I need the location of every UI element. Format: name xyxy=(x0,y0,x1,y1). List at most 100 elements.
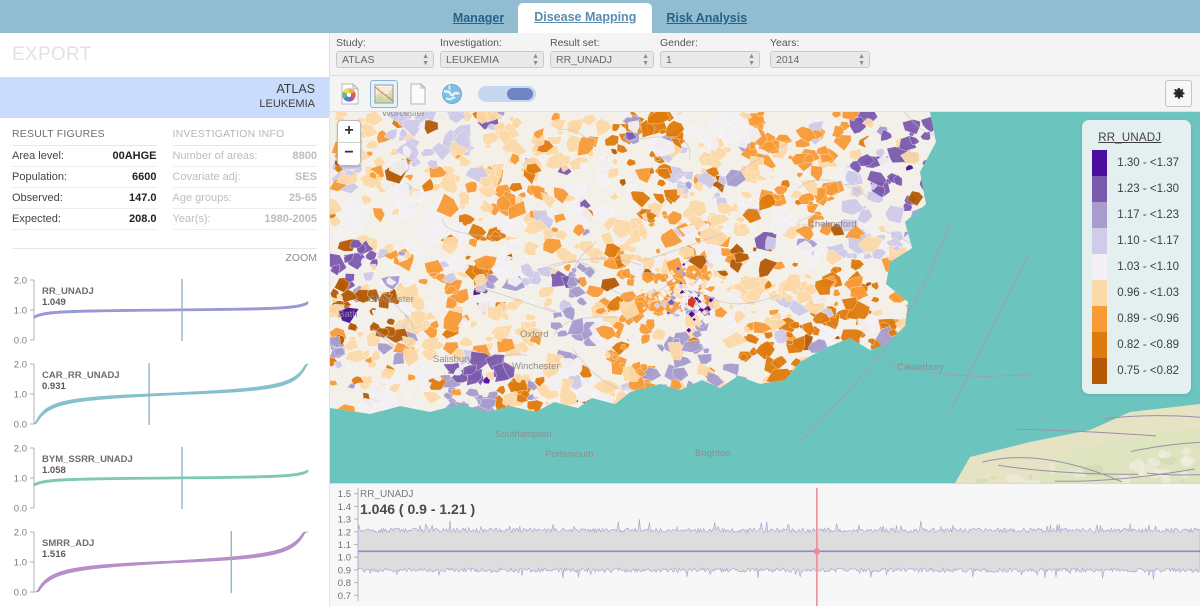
chevron-updown-icon: ▲ ▼ xyxy=(532,53,539,67)
legend-row[interactable]: 0.75 - <0.82 xyxy=(1092,358,1179,384)
legend-label: 1.23 - <1.30 xyxy=(1117,183,1179,195)
info-row: Year(s): 1980-2005 xyxy=(172,209,317,230)
y-tick-label: 0.7 xyxy=(338,591,351,602)
y-tick-label: 1.3 xyxy=(338,515,351,526)
legend-swatch xyxy=(1092,358,1108,384)
map-place-label: Bath xyxy=(338,309,358,320)
map-place-label: Oxford xyxy=(520,329,549,340)
info-key: Observed: xyxy=(12,192,63,204)
study-banner-investigation: LEUKEMIA xyxy=(259,98,315,110)
study-banner-study: ATLAS xyxy=(276,82,315,96)
info-row: Observed: 147.0 xyxy=(12,188,157,209)
map-panel: Worcester Gloucester Oxford Chelmsford Cante… xyxy=(330,76,1200,483)
blank-doc-icon[interactable] xyxy=(404,80,432,108)
legend-label: 0.96 - <1.03 xyxy=(1117,287,1179,299)
legend-row[interactable]: 1.23 - <1.30 xyxy=(1092,176,1179,202)
legend-label: 1.17 - <1.23 xyxy=(1117,209,1179,221)
legend-swatch xyxy=(1092,176,1108,202)
legend-row[interactable]: 0.82 - <0.89 xyxy=(1092,332,1179,358)
color-palette-doc-icon[interactable] xyxy=(336,80,364,108)
map-chart-doc-icon[interactable] xyxy=(370,79,398,108)
tab-manager[interactable]: Manager xyxy=(439,4,518,33)
legend-row[interactable]: 0.89 - <0.96 xyxy=(1092,306,1179,332)
svg-text:SMRR_ADJ: SMRR_ADJ xyxy=(42,538,94,549)
investigation-info-heading: INVESTIGATION INFO xyxy=(172,128,317,146)
map-place-label: Salisbury xyxy=(433,354,472,365)
legend-swatch xyxy=(1092,332,1108,358)
select-resultset[interactable]: RR_UNADJ ▲ ▼ xyxy=(550,51,654,68)
info-key: Covariate adj: xyxy=(172,171,241,183)
info-value: 147.0 xyxy=(128,192,157,204)
svg-text:2.0: 2.0 xyxy=(14,276,27,287)
y-tick-label: 1.4 xyxy=(338,502,351,513)
selection-point[interactable] xyxy=(813,548,821,555)
tab-disease-mapping[interactable]: Disease Mapping xyxy=(518,3,653,33)
study-control-bar: Study: ATLAS ▲ ▼ Investigation: LEUKEMIA ▲ ▼ Res… xyxy=(330,33,1200,76)
select-study[interactable]: ATLAS ▲ ▼ xyxy=(336,51,434,68)
legend-row[interactable]: 1.30 - <1.37 xyxy=(1092,150,1179,176)
control-label: Years: xyxy=(770,37,800,49)
globe-icon[interactable] xyxy=(438,80,466,108)
info-row: Age groups: 25-65 xyxy=(172,188,317,209)
map-place-label: Worcester xyxy=(382,112,425,119)
control-group-investigation: Investigation: LEUKEMIA ▲ ▼ xyxy=(440,37,544,68)
map-toolbar xyxy=(330,76,1200,112)
tab-risk-analysis[interactable]: Risk Analysis xyxy=(652,4,761,33)
study-banner: ATLAS LEUKEMIA xyxy=(0,77,329,118)
control-label: Result set: xyxy=(550,37,600,49)
export-bar: EXPORT xyxy=(0,33,329,77)
choropleth-map-svg: Worcester Gloucester Oxford Chelmsford Cante… xyxy=(330,112,1200,483)
svg-text:0.0: 0.0 xyxy=(14,588,27,599)
legend-row[interactable]: 1.10 - <1.17 xyxy=(1092,228,1179,254)
y-tick-label: 1.2 xyxy=(338,527,351,538)
legend-swatch xyxy=(1092,228,1108,254)
legend-row[interactable]: 0.96 - <1.03 xyxy=(1092,280,1179,306)
control-group-resultset: Result set: RR_UNADJ ▲ ▼ xyxy=(550,37,654,68)
result-figures-heading: RESULT FIGURES xyxy=(12,128,157,146)
svg-text:RR_UNADJ: RR_UNADJ xyxy=(42,286,94,297)
select-gender[interactable]: 1 ▲ ▼ xyxy=(660,51,760,68)
svg-text:1.516: 1.516 xyxy=(42,549,66,560)
select-investigation[interactable]: LEUKEMIA ▲ ▼ xyxy=(440,51,544,68)
map-place-label: Chelmsford xyxy=(808,219,857,230)
minichart-bym_ssrr_unadj[interactable]: 2.0 1.0 0.0 BYM_SSRR_UNADJ 1.058 xyxy=(0,438,330,522)
application-window: Manager Disease Mapping Risk Analysis Stud… xyxy=(0,0,1200,606)
legend-row[interactable]: 1.03 - <1.10 xyxy=(1092,254,1179,280)
gear-icon[interactable] xyxy=(1165,80,1192,107)
zoom-in-button[interactable]: + xyxy=(338,121,360,143)
legend-swatch xyxy=(1092,202,1108,228)
svg-text:1.0: 1.0 xyxy=(14,558,27,569)
chevron-updown-icon: ▲ ▼ xyxy=(422,53,429,67)
basemap-toggle[interactable] xyxy=(478,85,536,102)
legend-label: 1.10 - <1.17 xyxy=(1117,235,1179,247)
y-tick-label: 0.8 xyxy=(338,578,351,589)
svg-text:1.049: 1.049 xyxy=(42,297,66,308)
zoom-label[interactable]: ZOOM xyxy=(0,249,329,265)
info-panels: RESULT FIGURES Area level: 00AHGE Populati… xyxy=(0,118,329,230)
svg-text:0.931: 0.931 xyxy=(42,381,66,392)
y-tick-label: 1.5 xyxy=(338,489,351,500)
svg-text:1.0: 1.0 xyxy=(14,306,27,317)
legend-label: 1.03 - <1.10 xyxy=(1117,261,1179,273)
map-canvas[interactable]: Worcester Gloucester Oxford Chelmsford Cante… xyxy=(330,112,1200,483)
select-value: 1 xyxy=(666,54,672,66)
select-years[interactable]: 2014 ▲ ▼ xyxy=(770,51,870,68)
minichart-smrr_adj[interactable]: 2.0 1.0 0.0 SMRR_ADJ 1.516 xyxy=(0,522,330,606)
legend-row[interactable]: 1.17 - <1.23 xyxy=(1092,202,1179,228)
info-row: Area level: 00AHGE xyxy=(12,146,157,167)
chevron-updown-icon: ▲ ▼ xyxy=(858,53,865,67)
bottom-chart-value: 1.046 ( 0.9 - 1.21 ) xyxy=(360,501,476,517)
minichart-car_rr_unadj[interactable]: 2.0 1.0 0.0 CAR_RR_UNADJ 0.931 xyxy=(0,354,330,438)
zoom-out-button[interactable]: − xyxy=(338,143,360,165)
info-value: 25-65 xyxy=(288,192,317,204)
minichart-rr_unadj[interactable]: 2.0 1.0 0.0 RR_UNADJ 1.049 xyxy=(0,270,330,354)
legend-label: 0.82 - <0.89 xyxy=(1117,339,1179,351)
map-place-label: Winchester xyxy=(512,361,560,372)
select-value: RR_UNADJ xyxy=(556,54,613,66)
toggle-knob xyxy=(507,87,533,100)
export-label[interactable]: EXPORT xyxy=(0,44,92,66)
minichart-list: 2.0 1.0 0.0 RR_UNADJ 1.049 2.0 1.0 0.0 CAR_RR_UN… xyxy=(0,270,330,606)
info-value: 208.0 xyxy=(128,213,157,225)
svg-text:1.0: 1.0 xyxy=(14,474,27,485)
svg-text:2.0: 2.0 xyxy=(14,360,27,371)
